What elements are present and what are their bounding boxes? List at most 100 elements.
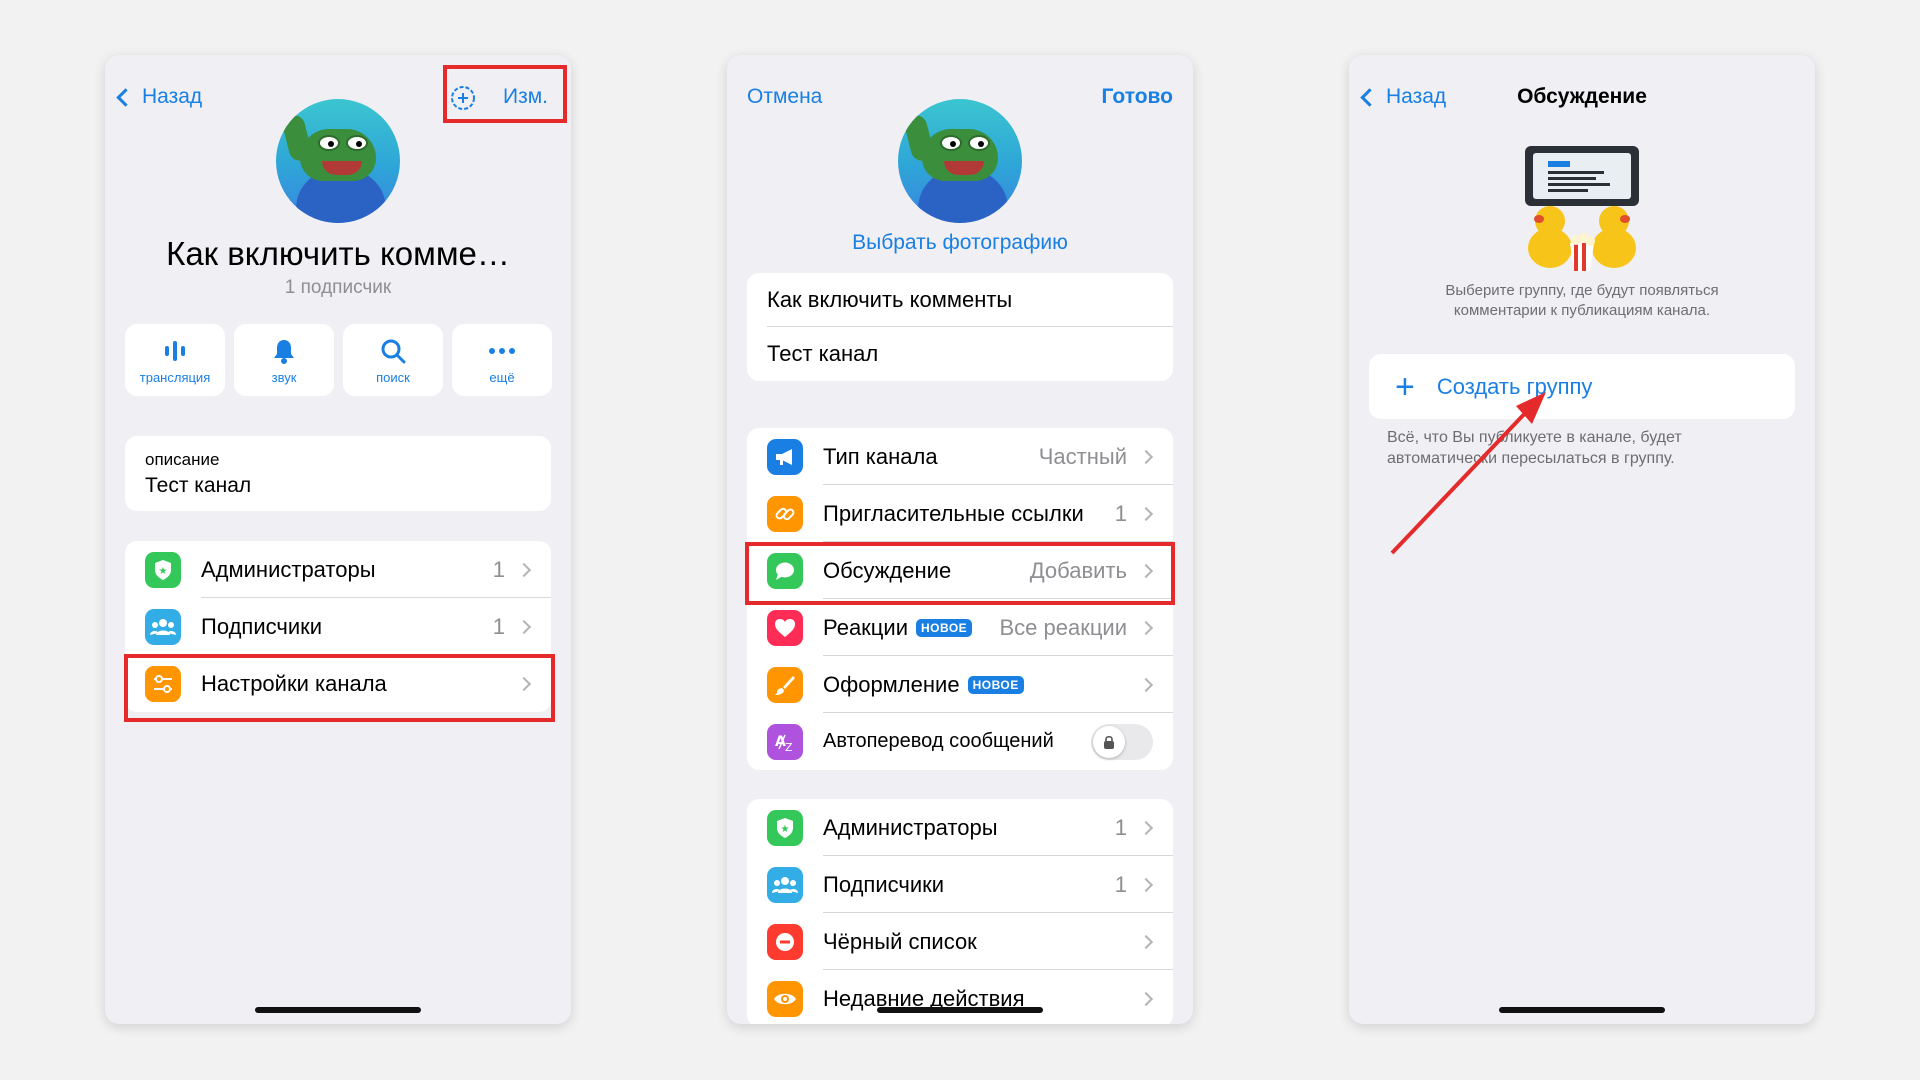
menu-label: Подписчики xyxy=(201,613,323,639)
svg-text:Z: Z xyxy=(785,741,793,753)
new-badge: НОВОЕ xyxy=(915,618,973,637)
menu-subscribers[interactable]: Подписчики 1 xyxy=(747,856,1173,913)
channel-avatar[interactable] xyxy=(898,99,1022,223)
nav-bar: Обсуждение Назад xyxy=(1349,55,1815,137)
back-button[interactable]: Назад xyxy=(1357,85,1446,109)
chevron-left-icon xyxy=(116,87,135,107)
broadcast-icon xyxy=(161,336,189,366)
channel-info-fields: Как включить комменты Тест канал xyxy=(747,273,1173,381)
menu-label: Подписчики xyxy=(823,871,945,897)
home-indicator xyxy=(1499,1007,1665,1013)
menu-value: 1 xyxy=(492,613,505,639)
chevron-right-icon xyxy=(1138,620,1154,635)
back-button[interactable]: Назад xyxy=(113,85,202,109)
chevron-right-icon xyxy=(1138,677,1154,692)
setting-discussion[interactable]: Обсуждение Добавить xyxy=(747,542,1173,599)
setting-value: Добавить xyxy=(1029,557,1127,583)
chevron-right-icon xyxy=(1138,877,1154,892)
autotranslate-toggle[interactable] xyxy=(1091,723,1153,760)
chevron-right-icon xyxy=(1138,506,1154,521)
home-indicator xyxy=(877,1007,1043,1013)
setting-channel-type[interactable]: Тип канала Частный xyxy=(747,428,1173,485)
setting-appearance[interactable]: Оформление НОВОЕ xyxy=(747,656,1173,713)
setting-invite-links[interactable]: Пригласительные ссылки 1 xyxy=(747,485,1173,542)
bell-icon xyxy=(272,336,296,366)
done-button[interactable]: Готово xyxy=(1102,85,1173,109)
translate-icon: AZ xyxy=(767,723,803,760)
heart-icon xyxy=(767,609,803,646)
menu-channel-settings[interactable]: Настройки канала xyxy=(125,655,551,712)
intro-text: Выберите группу, где будут появляться ко… xyxy=(1445,282,1719,319)
channel-settings-list: Тип канала Частный Пригласительные ссылк… xyxy=(747,428,1173,770)
chevron-left-icon xyxy=(1360,87,1379,107)
setting-label: Оформление xyxy=(823,671,960,697)
svg-text:★: ★ xyxy=(159,566,168,577)
brush-icon xyxy=(767,666,803,703)
setting-value: 1 xyxy=(1114,500,1127,526)
channel-name-value: Как включить комменты xyxy=(767,287,1013,312)
setting-label: Автоперевод сообщений xyxy=(823,730,1054,752)
action-search-button[interactable]: поиск xyxy=(343,324,443,396)
setting-value: Все реакции xyxy=(999,614,1127,640)
menu-administrators[interactable]: ★ Администраторы 1 xyxy=(125,541,551,598)
chevron-right-icon xyxy=(1138,563,1154,578)
chevron-right-icon xyxy=(516,619,532,634)
description-text: Тест канал xyxy=(145,474,252,497)
chat-bubble-icon xyxy=(767,552,803,589)
menu-label: Чёрный список xyxy=(823,928,977,954)
channel-title: Как включить комме… xyxy=(166,235,510,272)
description-card: описание Тест канал xyxy=(125,436,551,511)
new-badge: НОВОЕ xyxy=(967,675,1024,694)
menu-value: 1 xyxy=(1114,814,1127,840)
ducks-watching-screen-icon xyxy=(1525,146,1639,271)
action-more-button[interactable]: ещё xyxy=(452,324,552,396)
channel-menu: ★ Администраторы 1 Подписчики 1 Настройк… xyxy=(125,541,551,712)
link-icon xyxy=(767,495,803,532)
more-icon xyxy=(488,336,516,366)
megaphone-icon xyxy=(767,438,803,475)
edit-button[interactable]: Изм. xyxy=(503,85,548,109)
action-label: трансляция xyxy=(139,369,211,385)
menu-label: Настройки канала xyxy=(201,670,387,696)
annotation-arrow-icon xyxy=(1390,392,1546,555)
cancel-label: Отмена xyxy=(747,85,823,108)
edit-channel-screen: Отмена Готово Выбрать фотографию Как вкл… xyxy=(727,55,1193,1024)
menu-blacklist[interactable]: Чёрный список xyxy=(747,913,1173,970)
setting-label: Реакции xyxy=(823,614,908,640)
menu-value: 1 xyxy=(492,556,505,582)
cancel-button[interactable]: Отмена xyxy=(747,85,822,109)
menu-subscribers[interactable]: Подписчики 1 xyxy=(125,598,551,655)
blocked-icon xyxy=(767,923,803,960)
action-broadcast-button[interactable]: трансляция xyxy=(125,324,225,396)
menu-recent-actions[interactable]: Недавние действия xyxy=(747,970,1173,1024)
settings-sliders-icon xyxy=(145,665,181,702)
channel-name-field[interactable]: Как включить комменты xyxy=(747,273,1173,327)
lock-icon xyxy=(1093,725,1125,758)
channel-description-field[interactable]: Тест канал xyxy=(747,327,1173,381)
chevron-right-icon xyxy=(1138,991,1154,1006)
avatar-eye xyxy=(346,135,368,151)
done-label: Готово xyxy=(1101,85,1173,108)
setting-reactions[interactable]: Реакции НОВОЕ Все реакции xyxy=(747,599,1173,656)
back-label: Назад xyxy=(142,85,203,108)
choose-photo-link[interactable]: Выбрать фотографию xyxy=(727,231,1193,255)
action-sound-button[interactable]: звук xyxy=(234,324,334,396)
people-icon xyxy=(145,608,181,645)
channel-description-value: Тест канал xyxy=(767,341,879,366)
menu-administrators[interactable]: ★ Администраторы 1 xyxy=(747,799,1173,856)
menu-value: 1 xyxy=(1114,871,1127,897)
action-label: ещё xyxy=(489,369,515,385)
admin-list: ★ Администраторы 1 Подписчики 1 Чёрный с… xyxy=(747,799,1173,1024)
people-icon xyxy=(767,866,803,903)
chevron-right-icon xyxy=(1138,820,1154,835)
eye-icon xyxy=(767,980,803,1017)
channel-profile-screen: Назад Изм. Как включить комме… 1 подписч… xyxy=(105,55,571,1024)
admin-shield-icon: ★ xyxy=(145,551,181,588)
description-caption: описание xyxy=(145,450,220,469)
chevron-right-icon xyxy=(1138,934,1154,949)
setting-value: Частный xyxy=(1038,443,1127,469)
add-story-button[interactable] xyxy=(450,85,476,111)
action-label: звук xyxy=(271,369,297,385)
setting-label-wrap: Реакции НОВОЕ xyxy=(823,615,999,641)
channel-avatar[interactable] xyxy=(276,99,400,223)
